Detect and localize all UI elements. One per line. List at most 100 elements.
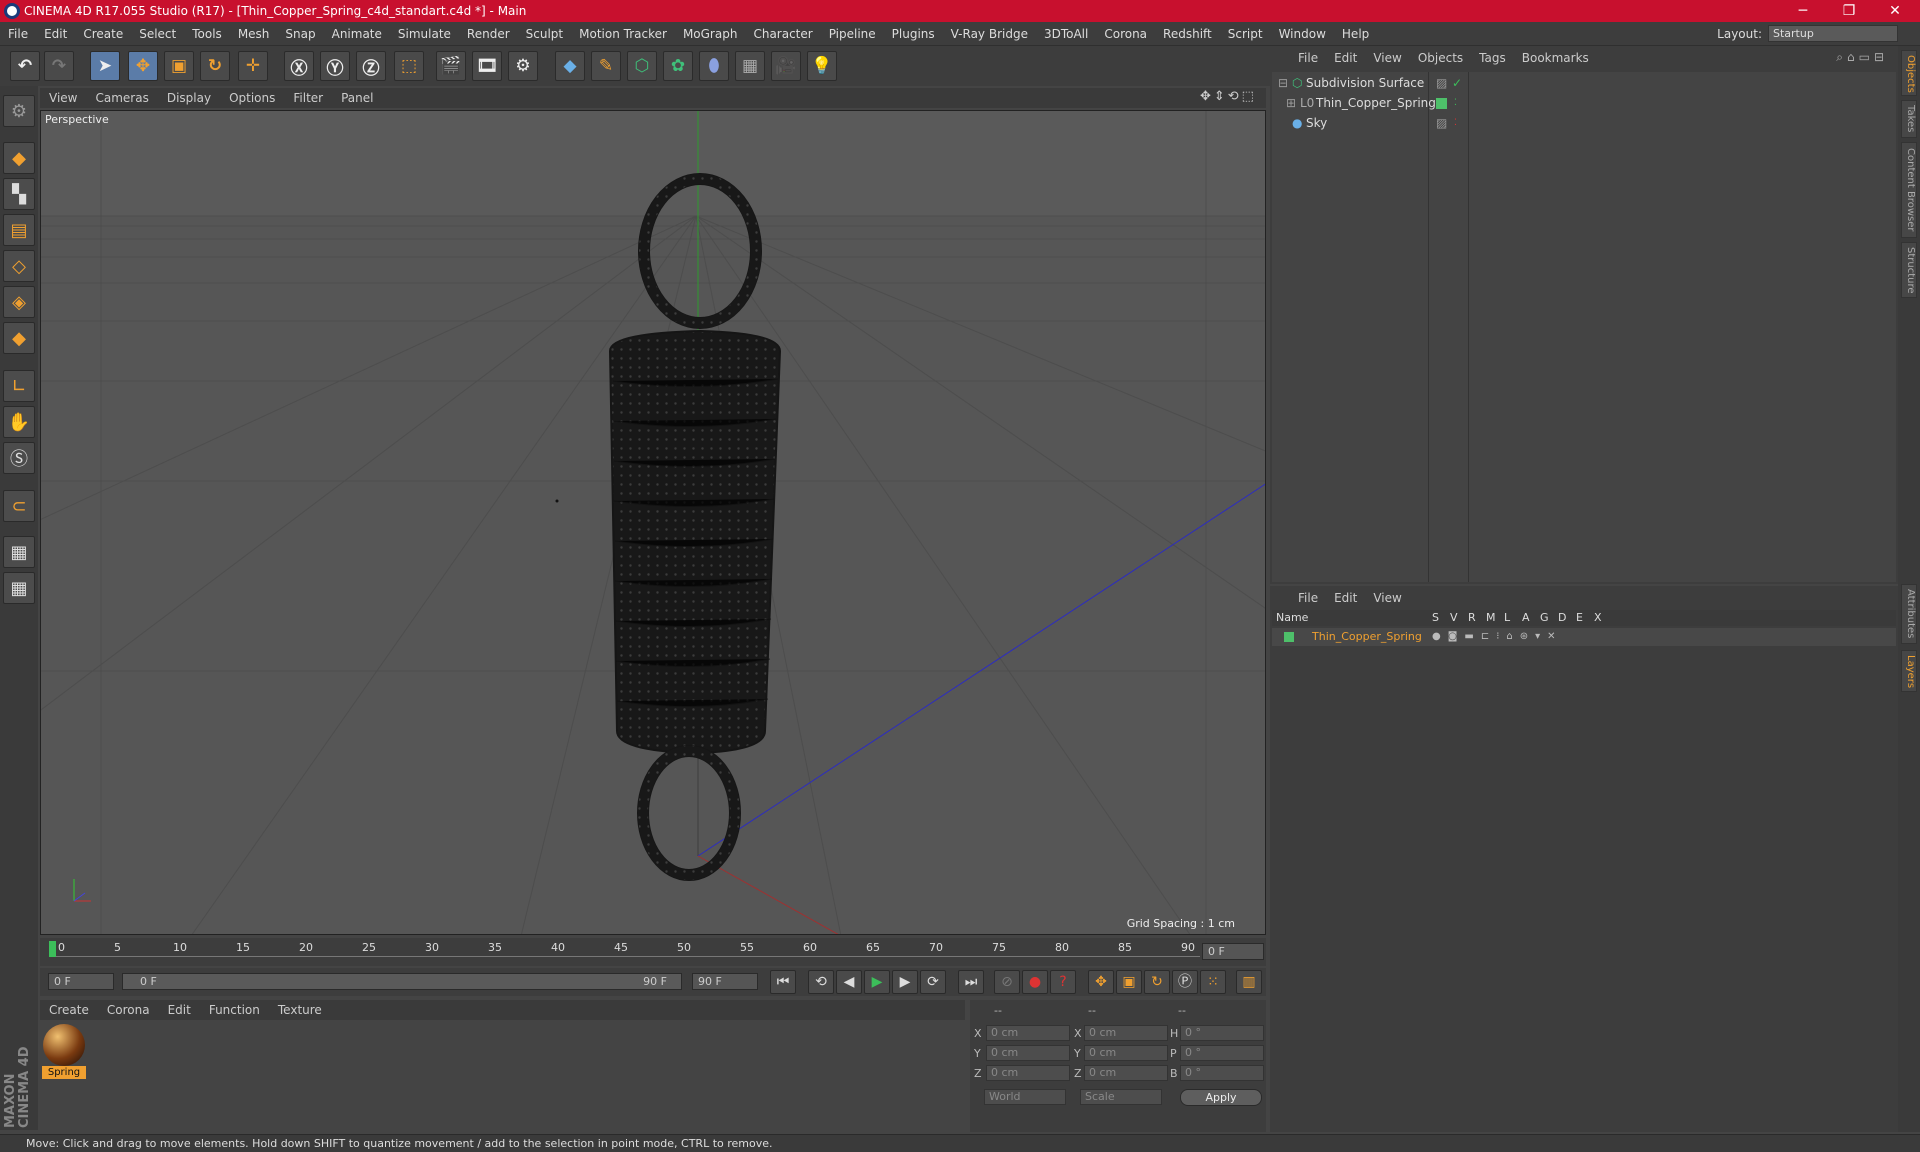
x-axis-lock-icon[interactable]: Ⓧ <box>284 51 314 81</box>
menu-mograph[interactable]: MoGraph <box>675 27 746 41</box>
edit-render-settings-icon[interactable]: ⚙ <box>508 51 538 81</box>
motion-path-icon[interactable]: ⊘ <box>994 970 1020 994</box>
key-pla-icon[interactable]: ⁙ <box>1200 970 1226 994</box>
key-scale-icon[interactable]: ▣ <box>1116 970 1142 994</box>
tab-layers[interactable]: Layers <box>1901 650 1917 692</box>
coordinate-space-dropdown[interactable]: World <box>984 1089 1066 1105</box>
axis-mode-icon[interactable]: ∟ <box>3 370 35 402</box>
planar-workplane-icon[interactable]: ▦ <box>3 572 35 604</box>
key-parameter-icon[interactable]: Ⓟ <box>1172 970 1198 994</box>
current-frame-field[interactable]: 0 F <box>1202 943 1264 960</box>
menu-create[interactable]: Create <box>75 27 131 41</box>
menu-tools[interactable]: Tools <box>184 27 230 41</box>
camera-icon[interactable]: 🎥 <box>771 51 801 81</box>
viewport-menu-cameras[interactable]: Cameras <box>86 91 157 105</box>
viewport-menu-options[interactable]: Options <box>220 91 284 105</box>
layer-menu-file[interactable]: File <box>1290 591 1326 605</box>
menu-snap[interactable]: Snap <box>277 27 323 41</box>
object-menu-bookmarks[interactable]: Bookmarks <box>1514 51 1597 65</box>
menu-redshift[interactable]: Redshift <box>1155 27 1220 41</box>
make-editable-icon[interactable]: ⚙ <box>3 95 35 127</box>
y-axis-lock-icon[interactable]: Ⓨ <box>320 51 350 81</box>
object-manager-search-icon[interactable]: ⌕⌂▭⊟ <box>1836 50 1888 65</box>
scale-tool-icon[interactable]: ▣ <box>164 51 194 81</box>
timeline-ruler[interactable]: 0 5 10 15 20 25 30 35 40 45 50 55 60 65 … <box>40 938 1266 966</box>
menu-animate[interactable]: Animate <box>324 27 390 41</box>
autokeying-icon[interactable]: ? <box>1050 970 1076 994</box>
viewport-menu-panel[interactable]: Panel <box>332 91 382 105</box>
object-menu-view[interactable]: View <box>1365 51 1409 65</box>
edges-mode-icon[interactable]: ◈ <box>3 286 35 318</box>
rotate-tool-icon[interactable]: ↻ <box>200 51 230 81</box>
position-y-field[interactable]: 0 cm <box>986 1045 1070 1061</box>
expand-icon[interactable]: ⊞ <box>1286 94 1296 112</box>
menu-vray-bridge[interactable]: V-Ray Bridge <box>943 27 1036 41</box>
object-row[interactable]: ● Sky ▨ ⁚ <box>1272 114 1896 132</box>
menu-corona[interactable]: Corona <box>1096 27 1155 41</box>
maximize-button[interactable]: ❐ <box>1826 0 1872 22</box>
z-axis-lock-icon[interactable]: Ⓩ <box>356 51 386 81</box>
rotation-h-field[interactable]: 0 ° <box>1180 1025 1264 1041</box>
go-to-start-icon[interactable]: ⏮ <box>770 970 796 994</box>
model-mode-icon[interactable]: ◆ <box>3 142 35 174</box>
points-mode-icon[interactable]: ◇ <box>3 250 35 282</box>
tab-attributes[interactable]: Attributes <box>1901 584 1917 644</box>
deformer-icon[interactable]: ⬮ <box>699 51 729 81</box>
menu-plugins[interactable]: Plugins <box>884 27 943 41</box>
viewport-menu-filter[interactable]: Filter <box>284 91 332 105</box>
tab-takes[interactable]: Takes <box>1901 100 1917 138</box>
end-frame-field[interactable]: 90 F <box>692 973 758 990</box>
mograph-cloner-icon[interactable]: ✿ <box>663 51 693 81</box>
spline-pen-icon[interactable]: ✎ <box>591 51 621 81</box>
workplane-lock-icon[interactable]: ▦ <box>3 536 35 568</box>
layer-color-swatch[interactable] <box>1284 632 1294 642</box>
material-swatch[interactable]: Spring <box>42 1024 86 1080</box>
redo-button[interactable]: ↷ <box>44 51 74 81</box>
menu-pipeline[interactable]: Pipeline <box>821 27 884 41</box>
recent-tool-icon[interactable]: ✛ <box>238 51 268 81</box>
menu-sculpt[interactable]: Sculpt <box>518 27 571 41</box>
start-frame-field[interactable]: 0 F <box>48 973 114 990</box>
object-menu-tags[interactable]: Tags <box>1471 51 1514 65</box>
undo-button[interactable]: ↶ <box>10 51 40 81</box>
apply-button[interactable]: Apply <box>1180 1089 1262 1106</box>
collapse-icon[interactable]: ⊟ <box>1278 74 1288 92</box>
object-menu-edit[interactable]: Edit <box>1326 51 1365 65</box>
material-menu-edit[interactable]: Edit <box>159 1003 200 1017</box>
tab-structure[interactable]: Structure <box>1901 242 1917 298</box>
viewport-perspective[interactable]: Perspective Grid Spacing : 1 cm <box>40 110 1266 935</box>
render-picture-viewer-icon[interactable]: 🎞 <box>472 51 502 81</box>
object-row[interactable]: ⊞ L0 Thin_Copper_Spring ⁚ <box>1272 94 1896 112</box>
menu-3dtoall[interactable]: 3DToAll <box>1036 27 1096 41</box>
menu-character[interactable]: Character <box>745 27 820 41</box>
tweak-mode-icon[interactable]: ✋ <box>3 406 35 438</box>
cube-primitive-icon[interactable]: ◆ <box>555 51 585 81</box>
subdivision-surface-icon[interactable]: ⬡ <box>627 51 657 81</box>
object-menu-objects[interactable]: Objects <box>1410 51 1471 65</box>
tab-content-browser[interactable]: Content Browser <box>1901 142 1917 238</box>
menu-window[interactable]: Window <box>1271 27 1334 41</box>
layer-toggle-icons[interactable]: ●◙▬⊏⁝⌂⊛▾✕ <box>1432 628 1563 646</box>
position-x-field[interactable]: 0 cm <box>986 1025 1070 1041</box>
floor-environment-icon[interactable]: ▦ <box>735 51 765 81</box>
material-menu-function[interactable]: Function <box>200 1003 269 1017</box>
size-z-field[interactable]: 0 cm <box>1084 1065 1168 1081</box>
menu-edit[interactable]: Edit <box>36 27 75 41</box>
menu-script[interactable]: Script <box>1220 27 1271 41</box>
rotation-p-field[interactable]: 0 ° <box>1180 1045 1264 1061</box>
menu-select[interactable]: Select <box>131 27 184 41</box>
material-menu-corona[interactable]: Corona <box>98 1003 159 1017</box>
menu-render[interactable]: Render <box>459 27 518 41</box>
material-menu-texture[interactable]: Texture <box>269 1003 331 1017</box>
previous-frame-icon[interactable]: ◀ <box>836 970 862 994</box>
viewport-nav-icons[interactable]: ✥⇕⟲⬚ <box>1200 89 1257 104</box>
texture-mode-icon[interactable]: ▚ <box>3 178 35 210</box>
visibility-dots-icon[interactable]: ⁚ <box>1454 94 1457 112</box>
visibility-dots-icon[interactable]: ▨ <box>1436 114 1447 132</box>
close-button[interactable]: ✕ <box>1872 0 1918 22</box>
frame-range-slider[interactable]: 0 F 90 F <box>122 973 682 990</box>
live-selection-tool-icon[interactable]: ➤ <box>90 51 120 81</box>
menu-motion-tracker[interactable]: Motion Tracker <box>571 27 675 41</box>
light-icon[interactable]: 💡 <box>807 51 837 81</box>
key-rotation-icon[interactable]: ↻ <box>1144 970 1170 994</box>
